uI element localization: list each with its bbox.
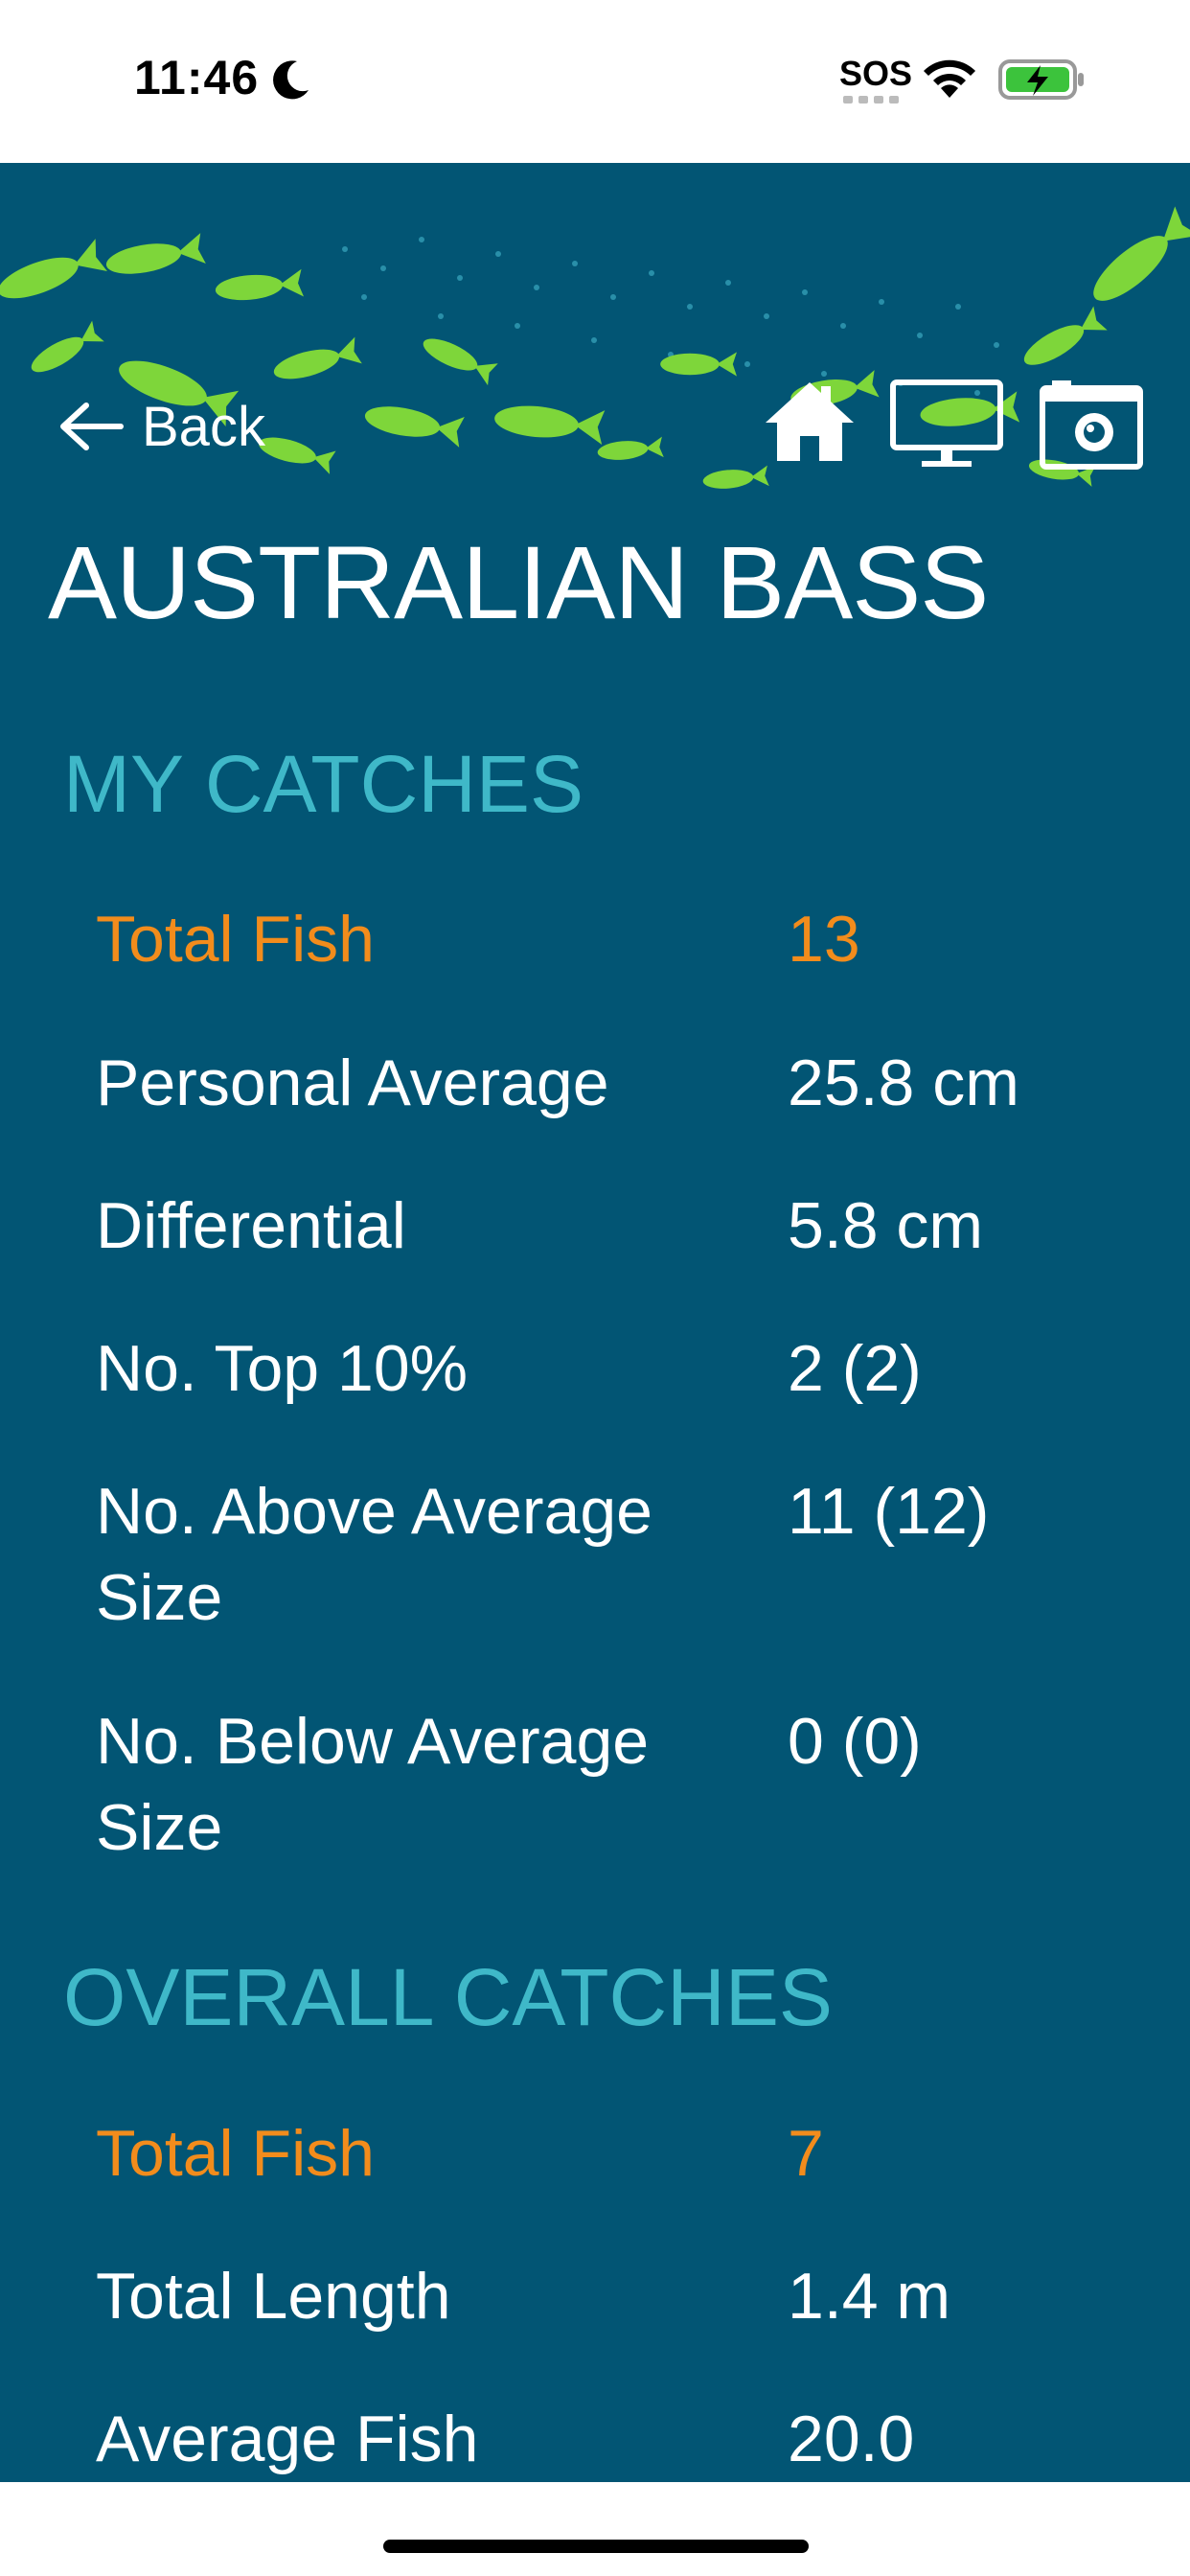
overall-catches-heading: OVERALL CATCHES xyxy=(63,1952,833,2042)
row-label: No. Top 10% xyxy=(96,1332,469,1405)
my-catches-heading: MY CATCHES xyxy=(63,739,584,829)
row-value: 5.8 cm xyxy=(788,1189,984,1262)
row-value: 20.0 xyxy=(788,2403,915,2475)
status-time: 11:46 xyxy=(134,51,260,104)
home-icon[interactable] xyxy=(762,379,858,465)
species-title: AUSTRALIAN BASS xyxy=(48,524,989,640)
row-label: Total Fish xyxy=(96,2117,375,2190)
row-value: 0 (0) xyxy=(788,1705,922,1778)
signal-dots-icon xyxy=(843,96,899,104)
battery-charging-icon xyxy=(998,59,1084,100)
back-label: Back xyxy=(142,395,265,458)
home-indicator[interactable] xyxy=(383,2540,809,2553)
row-label: Differential xyxy=(96,1189,406,1262)
row-label: Total Fish xyxy=(96,903,375,976)
row-label: No. Below Average Size xyxy=(96,1705,650,1864)
row-label: Average Fish xyxy=(96,2403,479,2475)
row-label: Total Length xyxy=(96,2260,451,2333)
arrow-left-icon xyxy=(60,402,124,450)
wifi-icon xyxy=(924,59,975,98)
row-value: 1.4 m xyxy=(788,2260,951,2333)
top-navigation: Back xyxy=(0,379,1190,474)
main-content: Back AUSTRALIAN BASS MY CATCHES Total Fi… xyxy=(0,163,1190,2482)
row-value: 13 xyxy=(788,903,860,976)
back-button[interactable]: Back xyxy=(54,396,265,458)
row-value: 7 xyxy=(788,2117,824,2190)
row-value: 2 (2) xyxy=(788,1332,922,1405)
row-label: No. Above Average Size xyxy=(96,1475,652,1634)
camera-icon[interactable] xyxy=(1039,379,1144,471)
moon-icon xyxy=(273,60,309,100)
sos-indicator: SOS xyxy=(839,54,913,93)
row-label: Personal Average xyxy=(96,1046,609,1119)
monitor-icon[interactable] xyxy=(889,379,1004,471)
row-value: 25.8 cm xyxy=(788,1046,1019,1119)
status-bar: 11:46 SOS xyxy=(0,0,1190,163)
bottom-bar xyxy=(0,2482,1190,2576)
row-value: 11 (12) xyxy=(788,1475,990,1548)
